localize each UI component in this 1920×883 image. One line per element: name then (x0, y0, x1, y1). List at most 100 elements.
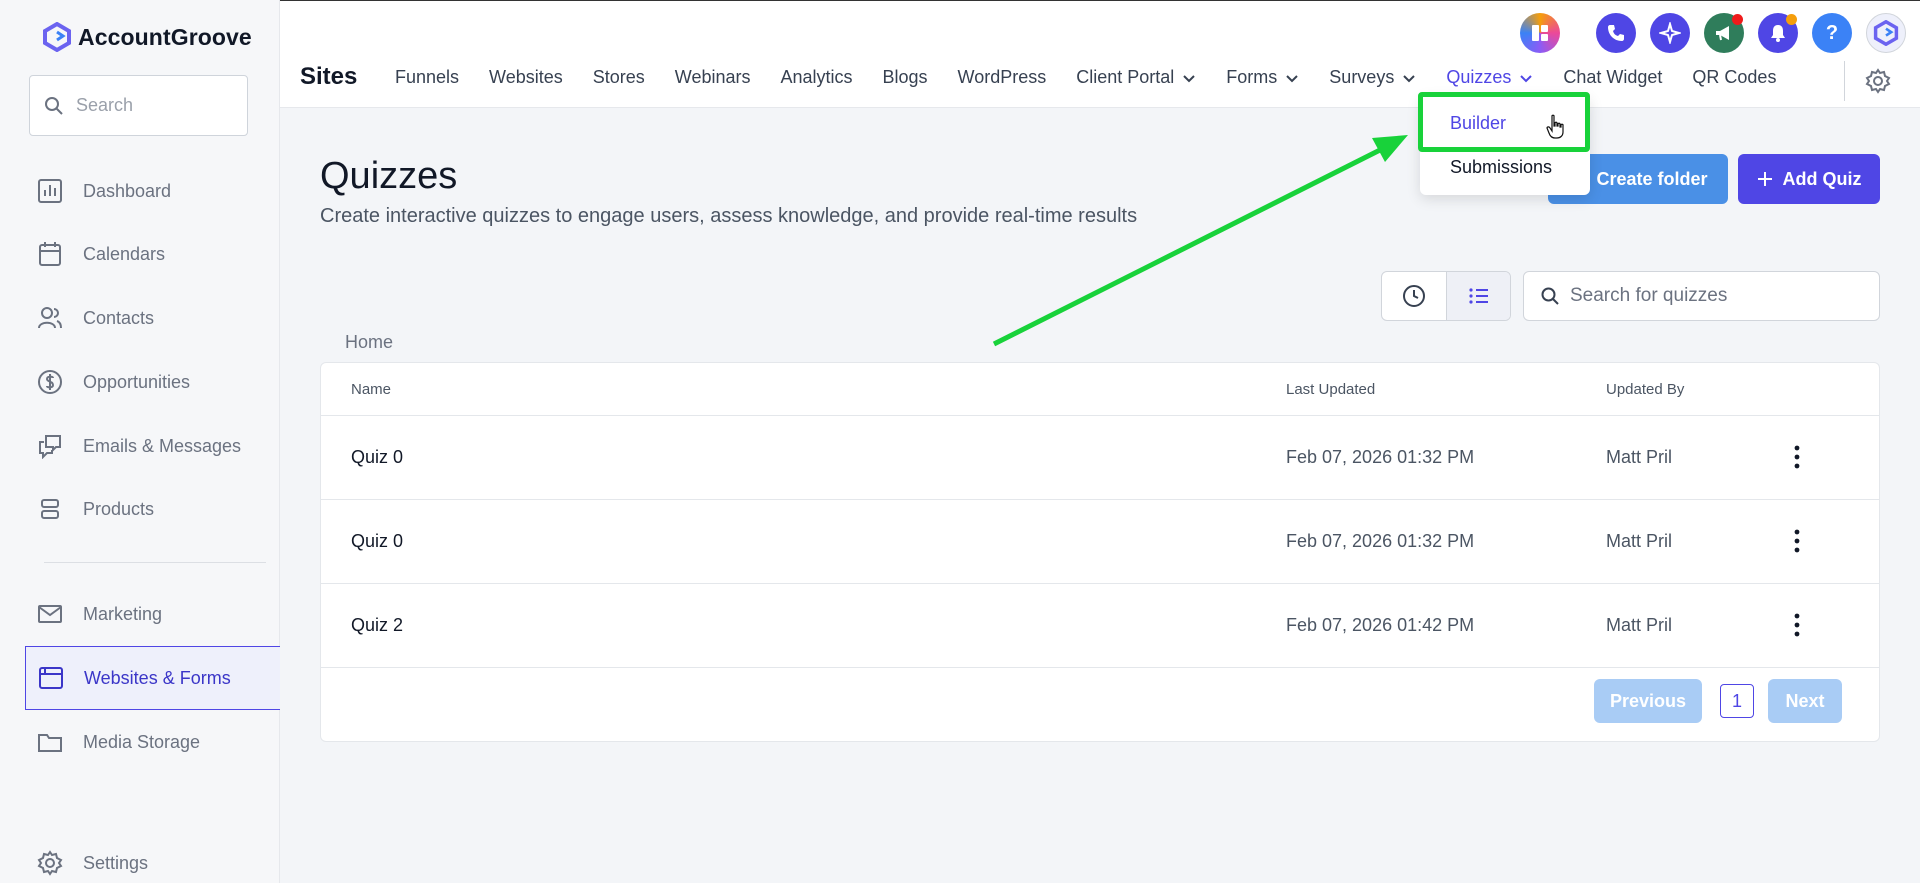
products-icon (41, 499, 59, 519)
view-toggle (1381, 271, 1511, 321)
search-icon (1541, 287, 1559, 305)
more-options-icon[interactable] (1793, 444, 1801, 470)
apps-icon (1532, 25, 1548, 41)
notifications-button[interactable] (1758, 13, 1798, 53)
clock-icon (1403, 285, 1425, 307)
column-header-last-updated[interactable]: Last Updated (1286, 381, 1375, 398)
sidebar-item-emails-messages[interactable]: Emails & Messages (25, 414, 280, 478)
quiz-updated-by: Matt Pril (1606, 615, 1673, 635)
mail-icon (38, 605, 62, 623)
page-subtitle: Create interactive quizzes to engage use… (320, 205, 1138, 227)
avatar[interactable] (1866, 13, 1906, 53)
breadcrumb[interactable]: Home (345, 332, 393, 353)
quiz-updated-by: Matt Pril (1606, 447, 1673, 467)
tab-label: Stores (592, 67, 645, 87)
tab-label: Analytics (780, 67, 853, 87)
tab-qr-codes[interactable]: QR Codes (1692, 67, 1776, 88)
sidebar-item-contacts[interactable]: Contacts (25, 286, 280, 350)
sidebar-item-label: Opportunities (83, 371, 191, 392)
sidebar-item-media-storage[interactable]: Media Storage (25, 710, 280, 774)
next-page-button[interactable]: Next (1768, 679, 1842, 723)
column-header-updated-by[interactable]: Updated By (1606, 381, 1684, 398)
users-icon (38, 307, 62, 329)
sparkle-icon (1659, 22, 1681, 44)
chevron-down-icon (1286, 74, 1299, 82)
sidebar-item-label: Products (83, 498, 155, 519)
topbar-separator (1844, 61, 1845, 101)
sidebar-item-settings[interactable]: Settings (25, 831, 280, 883)
quiz-last-updated: Feb 07, 2026 01:32 PM (1286, 531, 1475, 551)
more-options-icon[interactable] (1793, 612, 1801, 638)
tab-surveys[interactable]: Surveys (1329, 67, 1416, 88)
quiz-name[interactable]: Quiz 0 (351, 531, 403, 552)
brand-logo[interactable]: AccountGroove (42, 22, 252, 52)
more-options-icon[interactable] (1793, 528, 1801, 554)
page-title: Quizzes (320, 155, 458, 197)
messages-icon (39, 435, 61, 459)
list-icon (1468, 288, 1488, 304)
tab-wordpress[interactable]: WordPress (958, 67, 1047, 88)
sidebar-item-websites-forms[interactable]: Websites & Forms (25, 646, 280, 710)
announcements-button[interactable] (1704, 13, 1744, 53)
column-header-name[interactable]: Name (351, 381, 391, 398)
tab-funnels[interactable]: Funnels (395, 67, 459, 88)
previous-page-button[interactable]: Previous (1594, 679, 1702, 723)
sidebar-item-dashboard[interactable]: Dashboard (25, 159, 280, 223)
sidebar-search-placeholder: Search (76, 95, 134, 115)
table-row[interactable]: Quiz 0 Feb 07, 2026 01:32 PM Matt Pril (321, 415, 1879, 499)
page-number-button[interactable]: 1 (1720, 684, 1754, 718)
tab-quizzes[interactable]: Quizzes (1446, 67, 1533, 88)
sidebar-item-label: Contacts (83, 307, 155, 328)
notification-dot (1732, 14, 1743, 25)
quiz-name[interactable]: Quiz 0 (351, 447, 403, 468)
section-title: Sites (300, 63, 358, 90)
avatar-logo-icon (1873, 20, 1899, 46)
tab-websites[interactable]: Websites (489, 67, 563, 88)
ai-sparkle-button[interactable] (1650, 13, 1690, 53)
apps-button[interactable] (1520, 13, 1560, 53)
recent-view-button[interactable] (1382, 272, 1446, 320)
logo-icon (43, 22, 71, 52)
phone-button[interactable] (1596, 13, 1636, 53)
sidebar-item-opportunities[interactable]: Opportunities (25, 350, 280, 414)
calendar-icon (39, 242, 61, 266)
settings-gear-icon[interactable] (1865, 68, 1891, 94)
tab-label: Client Portal (1076, 67, 1175, 87)
sidebar-item-calendars[interactable]: Calendars (25, 222, 280, 286)
sidebar-divider (44, 562, 266, 563)
dollar-icon (38, 370, 62, 394)
tab-client-portal[interactable]: Client Portal (1076, 67, 1196, 88)
bell-icon (1771, 25, 1785, 42)
help-button[interactable]: ? (1812, 13, 1852, 53)
chevron-down-icon (1520, 74, 1533, 82)
sidebar-item-label: Marketing (83, 603, 163, 624)
tab-label: Funnels (395, 67, 460, 87)
sidebar-item-products[interactable]: Products (25, 477, 280, 541)
quiz-updated-by: Matt Pril (1606, 531, 1673, 551)
tab-blogs[interactable]: Blogs (883, 67, 928, 88)
menu-item-submissions[interactable]: Submissions (1450, 157, 1552, 178)
tab-stores[interactable]: Stores (593, 67, 645, 88)
table-row[interactable]: Quiz 2 Feb 07, 2026 01:42 PM Matt Pril (321, 583, 1879, 667)
tab-forms[interactable]: Forms (1226, 67, 1299, 88)
quiz-last-updated: Feb 07, 2026 01:32 PM (1286, 447, 1475, 467)
chevron-down-icon (1403, 74, 1416, 82)
tab-webinars[interactable]: Webinars (675, 67, 751, 88)
tab-label: Forms (1226, 67, 1278, 87)
browser-icon (39, 667, 63, 689)
sidebar-item-label: Emails & Messages (83, 435, 242, 456)
tab-chat-widget[interactable]: Chat Widget (1563, 67, 1662, 88)
tab-analytics[interactable]: Analytics (780, 67, 852, 88)
sidebar-item-label: Media Storage (83, 731, 201, 752)
sidebar-search-input[interactable]: Search (29, 75, 248, 136)
quiz-name[interactable]: Quiz 2 (351, 615, 403, 636)
sidebar-item-marketing[interactable]: Marketing (25, 582, 280, 646)
quiz-search-input[interactable]: Search for quizzes (1523, 271, 1880, 321)
list-view-button[interactable] (1446, 272, 1510, 320)
top-bar: Sites Funnels Websites Stores Webinars A… (280, 0, 1920, 108)
sidebar: AccountGroove Search Dashboard Calendars… (0, 0, 280, 883)
tab-label: Quizzes (1446, 67, 1512, 87)
add-quiz-button[interactable]: Add Quiz (1738, 154, 1880, 204)
table-row[interactable]: Quiz 0 Feb 07, 2026 01:32 PM Matt Pril (321, 499, 1879, 583)
sidebar-item-label: Calendars (83, 243, 166, 264)
